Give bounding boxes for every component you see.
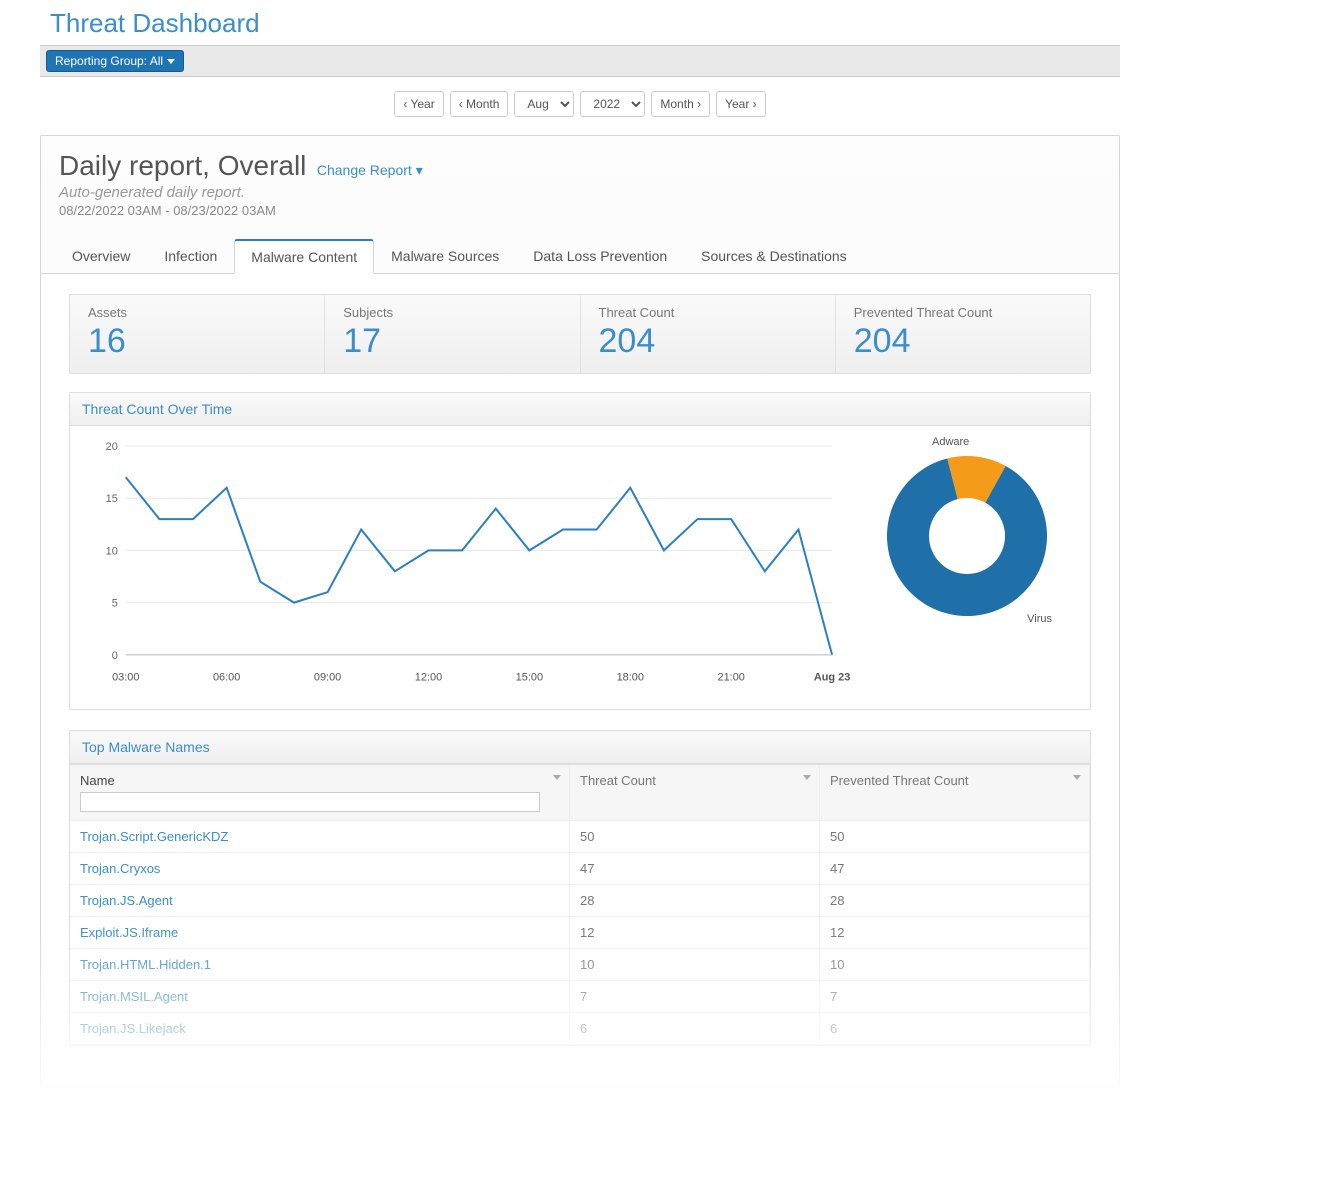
threat-line-chart: 0 5 10 15 20 03:00 06:00 09:00 12:00 15:00 18:00 21… <box>76 436 852 695</box>
reporting-group-label: Reporting Group: All <box>55 54 163 68</box>
prev-year-button[interactable]: ‹ Year <box>394 91 443 117</box>
col-prevented-threat-count[interactable]: Prevented Threat Count <box>820 765 1090 820</box>
kpi-assets: Assets16 <box>70 295 325 373</box>
table-row[interactable]: Trojan.Cryxos4747 <box>70 853 1090 885</box>
date-nav: ‹ Year ‹ Month Aug 2022 Month › Year › <box>40 77 1120 135</box>
svg-text:09:00: 09:00 <box>314 672 341 684</box>
next-month-button[interactable]: Month › <box>651 91 710 117</box>
reporting-group-dropdown[interactable]: Reporting Group: All <box>46 50 184 72</box>
tab-data-loss-prevention[interactable]: Data Loss Prevention <box>516 239 684 274</box>
svg-text:18:00: 18:00 <box>617 672 644 684</box>
toolbar: Reporting Group: All <box>40 45 1120 77</box>
year-select[interactable]: 2022 <box>580 91 645 117</box>
tabs: OverviewInfectionMalware ContentMalware … <box>41 228 1119 274</box>
svg-text:15:00: 15:00 <box>516 672 543 684</box>
svg-text:12:00: 12:00 <box>415 672 442 684</box>
table-row[interactable]: Exploit.JS.Iframe1212 <box>70 917 1090 949</box>
kpi-prevented-threat-count: Prevented Threat Count204 <box>836 295 1090 373</box>
malware-table-header: Name Threat Count Prevented Threat Count <box>70 764 1090 821</box>
threat-over-time-panel: Threat Count Over Time 0 5 10 15 20 03:00 06:0… <box>69 392 1091 710</box>
kpi-row: Assets16Subjects17Threat Count204Prevent… <box>69 294 1091 374</box>
next-year-button[interactable]: Year › <box>716 91 766 117</box>
svg-text:20: 20 <box>106 441 118 453</box>
month-select[interactable]: Aug <box>514 91 574 117</box>
tab-malware-sources[interactable]: Malware Sources <box>374 239 516 274</box>
svg-text:0: 0 <box>112 650 118 662</box>
table-row[interactable]: Trojan.JS.Agent2828 <box>70 885 1090 917</box>
svg-text:10: 10 <box>106 545 118 557</box>
report-date-range: 08/22/2022 03AM - 08/23/2022 03AM <box>59 203 1101 218</box>
report-title: Daily report, Overall <box>59 150 306 181</box>
tab-body: Assets16Subjects17Threat Count204Prevent… <box>41 274 1119 1086</box>
tab-infection[interactable]: Infection <box>147 239 234 274</box>
svg-text:21:00: 21:00 <box>717 672 744 684</box>
kpi-subjects: Subjects17 <box>325 295 580 373</box>
kpi-threat-count: Threat Count204 <box>581 295 836 373</box>
svg-text:Aug 23: Aug 23 <box>814 672 850 684</box>
report-subtitle: Auto-generated daily report. <box>59 184 1101 201</box>
chevron-down-icon <box>553 775 561 780</box>
name-filter-input[interactable] <box>80 792 540 812</box>
threat-pie-chart: Adware Virus <box>862 436 1072 631</box>
report-panel: Daily report, Overall Change Report ▾ Au… <box>40 135 1120 1087</box>
chevron-down-icon <box>803 775 811 780</box>
col-name[interactable]: Name <box>70 765 570 820</box>
top-malware-panel: Top Malware Names Name Threat Count Prev… <box>69 730 1091 1046</box>
prev-month-button[interactable]: ‹ Month <box>450 91 509 117</box>
table-row[interactable]: Trojan.Script.GenericKDZ5050 <box>70 821 1090 853</box>
table-row[interactable]: Trojan.HTML.Hidden.11010 <box>70 949 1090 981</box>
chart-panel-title: Threat Count Over Time <box>70 393 1090 426</box>
tab-overview[interactable]: Overview <box>55 239 147 274</box>
chevron-down-icon <box>1073 775 1081 780</box>
pie-label-virus: Virus <box>1027 613 1052 625</box>
pie-label-adware: Adware <box>932 436 969 448</box>
svg-text:5: 5 <box>112 598 118 610</box>
tab-malware-content[interactable]: Malware Content <box>234 239 374 274</box>
col-threat-count[interactable]: Threat Count <box>570 765 820 820</box>
svg-text:06:00: 06:00 <box>213 672 240 684</box>
table-row[interactable]: Trojan.MSIL.Agent77 <box>70 981 1090 1013</box>
page-title: Threat Dashboard <box>40 0 1120 45</box>
tab-sources-destinations[interactable]: Sources & Destinations <box>684 239 864 274</box>
svg-text:15: 15 <box>106 493 118 505</box>
malware-panel-title: Top Malware Names <box>70 731 1090 764</box>
change-report-link[interactable]: Change Report ▾ <box>317 162 423 178</box>
table-row[interactable]: Trojan.JS.Likejack66 <box>70 1013 1090 1045</box>
chevron-down-icon <box>167 59 175 64</box>
report-header: Daily report, Overall Change Report ▾ Au… <box>41 136 1119 228</box>
svg-text:03:00: 03:00 <box>112 672 139 684</box>
